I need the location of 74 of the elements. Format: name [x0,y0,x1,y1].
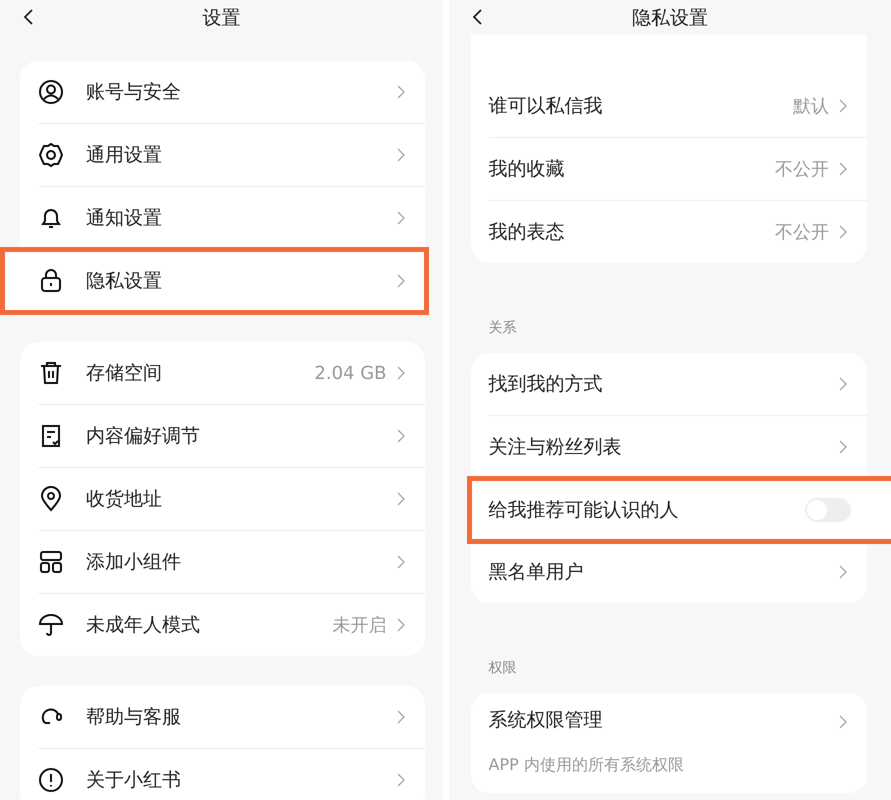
settings-row[interactable]: 谁可以私信我 默认 [488,75,867,138]
settings-row[interactable]: 关于小红书 [38,749,424,800]
settings-row[interactable]: 存储空间 2.04 GB [38,342,424,405]
row-value: 2.04 GB [314,362,386,384]
row-label: 添加小组件 [86,550,182,575]
row-value: 未开启 [332,614,386,637]
trash-icon [38,360,64,386]
row-value: 不公开 [775,158,829,181]
settings-row[interactable]: 收货地址 [38,468,424,531]
settings-row[interactable]: 我的表态 不公开 [488,201,867,263]
settings-row[interactable]: 系统权限管理 APP 内使用的所有系统权限 [488,693,867,793]
chevron-icon [839,225,847,239]
row-label: 隐私设置 [86,269,163,294]
row-label: 系统权限管理 [488,708,604,733]
chevron-icon [396,211,404,225]
settings-row[interactable]: 添加小组件 [38,531,424,594]
back-icon[interactable] [22,8,34,26]
settings-row[interactable]: 找到我的方式 [488,353,867,416]
section-heading: 权限 [488,659,518,678]
row-label: 关注与粉丝列表 [488,435,622,460]
row-label: 关于小红书 [86,768,182,793]
chevron-icon [839,565,847,579]
row-label: 账号与安全 [86,80,182,105]
chevron-icon [396,366,404,380]
chevron-icon [839,715,847,729]
settings-row[interactable]: 黑名单用户 [488,541,867,603]
widget-icon [38,549,64,575]
row-label: 给我推荐可能认识的人 [488,498,680,523]
row-label: 黑名单用户 [488,560,584,585]
row-label: 我的收藏 [488,157,566,182]
row-label: 存储空间 [86,361,163,386]
row-label: 我的表态 [488,220,566,245]
lock-icon [38,268,64,294]
row-label: 内容偏好调节 [86,424,201,449]
settings-row[interactable]: 通用设置 [38,124,424,187]
settings-row[interactable]: 内容偏好调节 [38,405,424,468]
chevron-icon [839,162,847,176]
chevron-icon [396,274,404,288]
chevron-icon [396,773,404,787]
chevron-icon [396,85,404,99]
settings-row[interactable]: 未成年人模式 未开启 [38,594,424,656]
row-label: 收货地址 [86,487,163,512]
settings-icon [38,142,64,168]
alert-icon [38,767,64,793]
chevron-icon [396,492,404,506]
chevron-icon [396,555,404,569]
section-heading: 关系 [488,319,518,338]
row-label: 谁可以私信我 [488,94,604,119]
chevron-icon [839,440,847,454]
user-icon [38,79,64,105]
chevron-icon [396,710,404,724]
chevron-icon [396,429,404,443]
row-label: 帮助与客服 [86,705,182,730]
row-label: 未成年人模式 [86,613,201,638]
row-label: 找到我的方式 [488,372,604,397]
umbrella-icon [38,612,64,638]
location-pin-icon [38,486,64,512]
row-label: 通用设置 [86,143,163,168]
settings-row[interactable]: 隐私设置 [0,247,428,315]
chevron-icon [839,99,847,113]
settings-row[interactable]: 我的收藏 不公开 [488,138,867,201]
row-value: 不公开 [775,221,829,244]
chevron-icon [396,148,404,162]
chevron-icon [396,618,404,632]
settings-row[interactable]: 帮助与客服 [38,686,424,749]
row-value: 默认 [793,95,829,118]
screen-title: 设置 [202,6,240,30]
screen-title: 隐私设置 [632,6,708,30]
row-description: APP 内使用的所有系统权限 [488,755,685,776]
settings-row[interactable]: 账号与安全 [38,61,424,124]
back-icon[interactable] [470,8,482,26]
settings-row[interactable]: 给我推荐可能认识的人 [466,476,891,544]
row-label: 通知设置 [86,206,163,231]
chevron-icon [839,377,847,391]
